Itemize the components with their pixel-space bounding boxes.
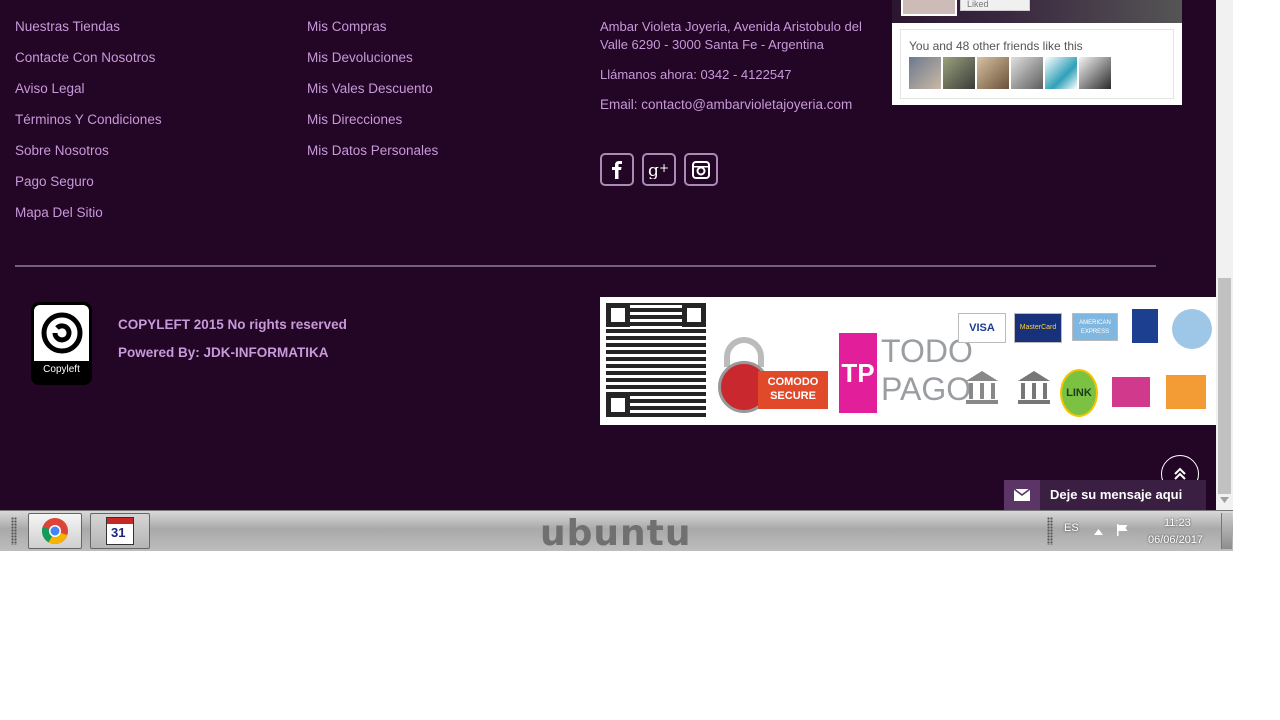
card-mastercard: MasterCard <box>1014 313 1062 343</box>
banelco-logo <box>1112 377 1150 407</box>
facebook-icon <box>612 160 622 179</box>
scrollbar-thumb[interactable] <box>1218 278 1231 494</box>
copyleft-label: Copyleft <box>43 364 80 375</box>
link-mis-compras[interactable]: Mis Compras <box>307 19 387 34</box>
taskbar-grip[interactable] <box>11 517 17 545</box>
action-center-flag-icon[interactable] <box>1116 523 1130 537</box>
phone-text: Llámanos ahora: 0342 - 4122547 <box>600 67 792 82</box>
friend-avatar[interactable] <box>909 57 941 89</box>
todo-pago-logo: TP TODO PAGO <box>839 333 973 413</box>
double-chevron-up-icon <box>1174 467 1186 480</box>
copyleft-icon <box>34 305 89 361</box>
ubuntu-brand: ubuntu <box>540 513 692 554</box>
friend-avatar[interactable] <box>1045 57 1077 89</box>
link-sobre-nosotros[interactable]: Sobre Nosotros <box>15 143 109 158</box>
facebook-button[interactable] <box>600 153 634 186</box>
card-cabal <box>1132 309 1158 343</box>
page-avatar <box>901 0 957 16</box>
liked-label: Liked <box>967 0 989 9</box>
svg-text:g: g <box>648 161 659 179</box>
clock-date[interactable]: 06/06/2017 <box>1148 534 1203 546</box>
pagofacil-logo <box>1166 375 1206 409</box>
calendar-icon: 31 <box>106 517 134 545</box>
link-mis-vales[interactable]: Mis Vales Descuento <box>307 81 433 96</box>
show-desktop-button[interactable] <box>1221 513 1232 549</box>
copyleft-logo: Copyleft <box>31 302 92 385</box>
envelope-icon <box>1004 480 1040 510</box>
friends-like-text: You and 48 other friends like this <box>909 39 1083 53</box>
card-visa: VISA <box>958 313 1006 343</box>
friend-avatar[interactable] <box>943 57 975 89</box>
google-plus-button[interactable]: g + <box>642 153 676 186</box>
facebook-cover-image: Liked <box>892 0 1182 23</box>
email-link[interactable]: Email: contacto@ambarvioletajoyeria.com <box>600 96 852 114</box>
comodo-secure-label: COMODO SECURE <box>767 376 819 402</box>
google-plus-icon: g + <box>648 161 669 179</box>
svg-text:+: + <box>659 161 669 175</box>
link-terminos[interactable]: Términos Y Condiciones <box>15 112 162 127</box>
friend-avatar[interactable] <box>1011 57 1043 89</box>
copyright-line1: COPYLEFT 2015 No rights reserved <box>118 317 347 332</box>
leave-message-widget[interactable]: Deje su mensaje aqui <box>1004 480 1206 510</box>
copyright-line2: Powered By: JDK-INFORMATIKA <box>118 345 329 360</box>
todo-pago-line2: PAGO <box>881 371 972 407</box>
instagram-button[interactable] <box>684 153 718 186</box>
chrome-icon <box>41 518 68 545</box>
footer-page: Nuestras Tiendas Contacte Con Nosotros A… <box>0 0 1216 510</box>
qr-code <box>606 303 706 417</box>
chrome-task-button[interactable] <box>28 513 82 549</box>
taskbar: 31 ubuntu ES 11:23 06/06/2017 <box>0 510 1233 554</box>
vertical-scrollbar[interactable] <box>1216 0 1233 510</box>
link-contacte[interactable]: Contacte Con Nosotros <box>15 50 155 65</box>
payment-methods-banner: COMODO SECURE TP TODO PAGO VISA MasterCa… <box>600 297 1216 425</box>
link-mis-direcciones[interactable]: Mis Direcciones <box>307 112 402 127</box>
link-nuestras-tiendas[interactable]: Nuestras Tiendas <box>15 19 120 34</box>
card-amex: AMERICAN EXPRESS <box>1072 313 1118 341</box>
tray-expand-icon[interactable] <box>1094 529 1103 535</box>
link-mapa-sitio[interactable]: Mapa Del Sitio <box>15 205 103 220</box>
comodo-secure-badge: COMODO SECURE <box>718 337 828 417</box>
address-line2: Valle 6290 - 3000 Santa Fe - Argentina <box>600 37 824 52</box>
keyboard-layout[interactable]: ES <box>1064 522 1079 534</box>
address-line1: Ambar Violeta Joyeria, Avenida Aristobul… <box>600 19 862 34</box>
facebook-like-widget: Liked You and 48 other friends like this <box>892 0 1182 105</box>
link-network-logo: LINK <box>1060 369 1098 417</box>
clock-time[interactable]: 11:23 <box>1164 517 1191 529</box>
friend-avatar[interactable] <box>977 57 1009 89</box>
link-mis-datos[interactable]: Mis Datos Personales <box>307 143 438 158</box>
bank-deposit-icon <box>1014 367 1054 407</box>
friends-box: You and 48 other friends like this <box>900 29 1174 99</box>
link-mis-devoluciones[interactable]: Mis Devoluciones <box>307 50 413 65</box>
leave-message-label: Deje su mensaje aqui <box>1050 487 1183 502</box>
footer-divider <box>15 265 1156 267</box>
bank-transfer-icon <box>962 367 1002 407</box>
calendar-task-button[interactable]: 31 <box>90 513 150 549</box>
liked-button[interactable]: Liked <box>960 0 1030 11</box>
friend-avatar[interactable] <box>1079 57 1111 89</box>
instagram-icon <box>692 160 710 179</box>
link-aviso-legal[interactable]: Aviso Legal <box>15 81 85 96</box>
scroll-down-arrow-icon[interactable] <box>1220 496 1229 504</box>
link-pago-seguro[interactable]: Pago Seguro <box>15 174 94 189</box>
calendar-day: 31 <box>111 525 126 540</box>
card-mercadopago <box>1172 309 1212 349</box>
tray-grip[interactable] <box>1047 517 1053 545</box>
